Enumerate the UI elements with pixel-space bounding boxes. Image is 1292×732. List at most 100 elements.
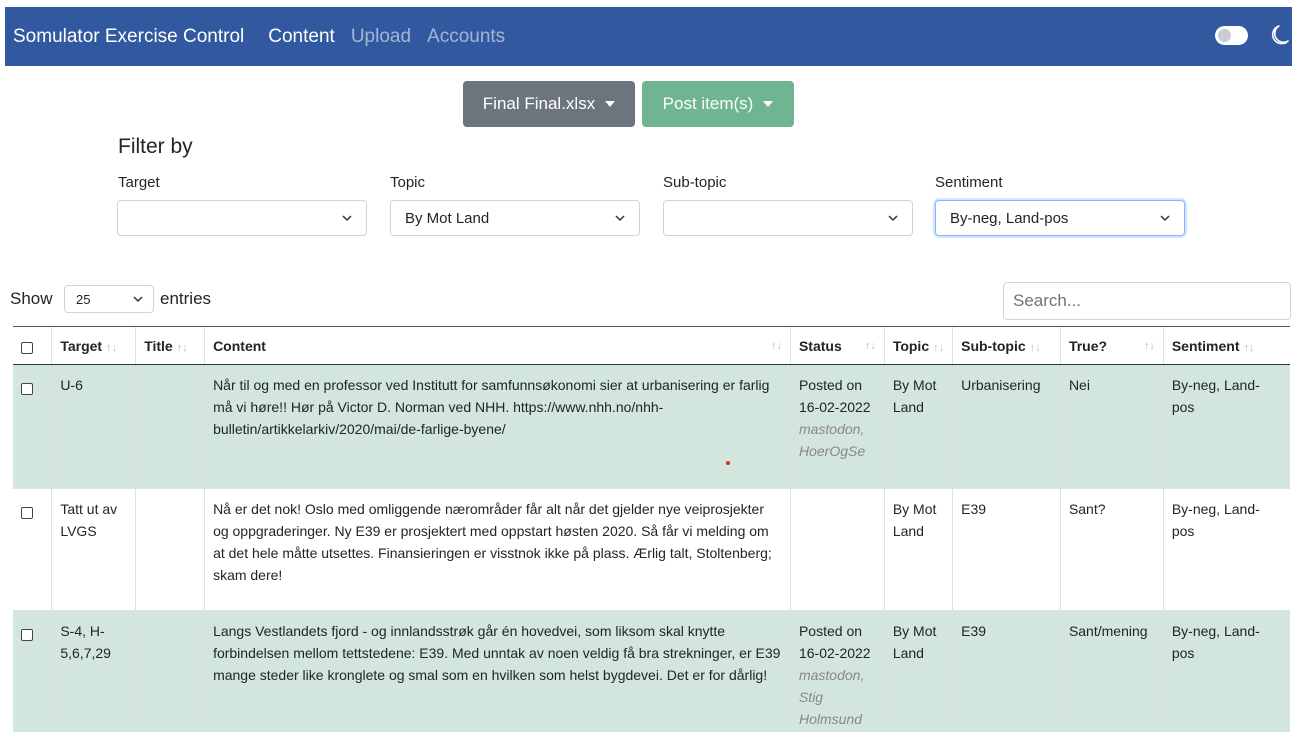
search-input[interactable] [1003,282,1291,320]
topic-filter-select[interactable]: By Mot Land [390,200,640,236]
brand[interactable]: Somulator Exercise Control [13,26,244,48]
true-cell: Nei [1059,364,1164,489]
true-cell: Sant? [1059,488,1164,611]
col-sentiment-label: Sentiment [1171,337,1240,354]
row-select-cell [13,364,52,489]
chevron-down-icon [888,215,898,222]
col-subtopic-label: Sub-topic [961,337,1026,354]
col-title-label: Title [144,337,173,354]
col-sentiment[interactable]: Sentiment ↑↓ [1162,326,1290,365]
sentiment-filter-select[interactable]: By-neg, Land-pos [935,200,1185,236]
sort-icon: ↑↓ [1029,341,1041,354]
chevron-down-icon [615,215,625,222]
status-cell: Posted on 16-02-2022 mastodon, Stig Holms… [789,610,885,732]
content-cell: Langs Vestlandets fjord - og innlandsstr… [204,610,791,732]
select-all-checkbox[interactable] [21,341,33,354]
cursor-marker [726,461,730,465]
page-length-value: 25 [76,291,91,307]
status-main: Posted on 16-02-2022 [798,623,871,661]
nav-content[interactable]: Content [268,26,335,48]
col-target[interactable]: Target ↑↓ [51,326,136,365]
col-content[interactable]: Content ↑↓ [204,326,791,365]
col-topic[interactable]: Topic ↑↓ [883,326,953,365]
caret-down-icon [763,101,774,107]
nav-upload[interactable]: Upload [351,26,411,48]
col-content-label: Content [213,337,266,354]
subtopic-cell: E39 [952,610,1061,732]
col-status[interactable]: Status ↑↓ [789,326,885,365]
nav-accounts[interactable]: Accounts [427,26,505,48]
content-table: Target ↑↓ Title ↑↓ Content ↑↓ Status ↑↓ Topi… [13,326,1290,732]
sort-icon: ↑↓ [1143,340,1155,352]
col-true-label: True? [1068,337,1108,354]
sort-icon: ↑↓ [1243,341,1255,354]
col-status-label: Status [798,337,842,354]
content-cell: Når til og med en professor ved Institut… [204,364,791,489]
filter-title: Filter by [118,135,193,158]
topic-filter-value: By Mot Land [405,209,490,227]
col-target-label: Target [60,337,103,354]
row-select-cell [13,488,52,611]
sort-icon: ↑↓ [864,340,876,352]
sentiment-cell: By-neg, Land-pos [1162,364,1290,489]
topic-cell: By Mot Land [883,610,953,732]
status-cell [789,488,885,611]
col-topic-label: Topic [892,337,930,354]
post-button-label: Post item(s) [662,94,754,113]
subtopic-filter-label: Sub-topic [663,174,727,191]
sentiment-filter-value: By-neg, Land-pos [950,209,1069,227]
topic-cell: By Mot Land [883,364,953,489]
caret-down-icon [605,101,616,107]
col-true[interactable]: True? ↑↓ [1059,326,1164,365]
row-select-cell [13,610,52,732]
row-checkbox[interactable] [21,628,33,641]
chevron-down-icon [133,296,143,303]
post-items-button[interactable]: Post item(s) [642,81,794,127]
row-checkbox[interactable] [21,382,33,395]
table-row[interactable]: S-4, H-5,6,7,29 Langs Vestlandets fjord … [13,610,1290,732]
status-cell: Posted on 16-02-2022 mastodon, HoerOgSe [789,364,885,489]
subtopic-cell: E39 [952,488,1061,611]
file-dropdown-button[interactable]: Final Final.xlsx [463,81,635,127]
true-cell: Sant/mening [1059,610,1164,732]
content-cell: Nå er det nok! Oslo med omliggende nærom… [204,488,791,611]
file-button-label: Final Final.xlsx [482,94,596,113]
sentiment-cell: By-neg, Land-pos [1162,488,1290,611]
title-cell [135,364,205,489]
subtopic-filter-select[interactable] [663,200,913,236]
target-filter-select[interactable] [117,200,367,236]
chevron-down-icon [342,215,352,222]
topic-filter-label: Topic [390,174,426,191]
page-length-select[interactable]: 25 [64,285,154,313]
entries-label: entries [160,289,212,308]
table-row[interactable]: U-6 Når til og med en professor ved Inst… [13,364,1290,489]
toggle-knob [1218,29,1231,42]
target-cell: U-6 [51,364,136,489]
chevron-down-icon [1160,215,1170,222]
title-cell [135,610,205,732]
navbar: Somulator Exercise Control Content Uploa… [5,7,1292,66]
theme-toggle[interactable] [1215,26,1248,45]
sort-icon: ↑↓ [176,341,188,354]
target-filter-label: Target [118,174,160,191]
subtopic-cell: Urbanisering [952,364,1061,489]
status-sub: mastodon, Stig Holmsund [798,667,865,727]
row-checkbox[interactable] [21,506,33,519]
moon-icon [1271,25,1289,45]
title-cell [135,488,205,611]
sentiment-cell: By-neg, Land-pos [1162,610,1290,732]
table-row[interactable]: Tatt ut av LVGS Nå er det nok! Oslo med … [13,488,1290,611]
status-main: Posted on 16-02-2022 [798,377,871,415]
sort-icon: ↑↓ [933,341,945,354]
target-cell: S-4, H-5,6,7,29 [51,610,136,732]
col-title[interactable]: Title ↑↓ [135,326,205,365]
select-all-header [13,326,52,365]
status-sub: mastodon, HoerOgSe [798,421,866,459]
sort-icon: ↑↓ [106,341,118,354]
show-label: Show [10,289,53,308]
topic-cell: By Mot Land [883,488,953,611]
target-cell: Tatt ut av LVGS [51,488,136,611]
sort-icon: ↑↓ [770,340,782,352]
col-subtopic[interactable]: Sub-topic ↑↓ [952,326,1061,365]
table-header-row: Target ↑↓ Title ↑↓ Content ↑↓ Status ↑↓ Topi… [13,326,1290,365]
